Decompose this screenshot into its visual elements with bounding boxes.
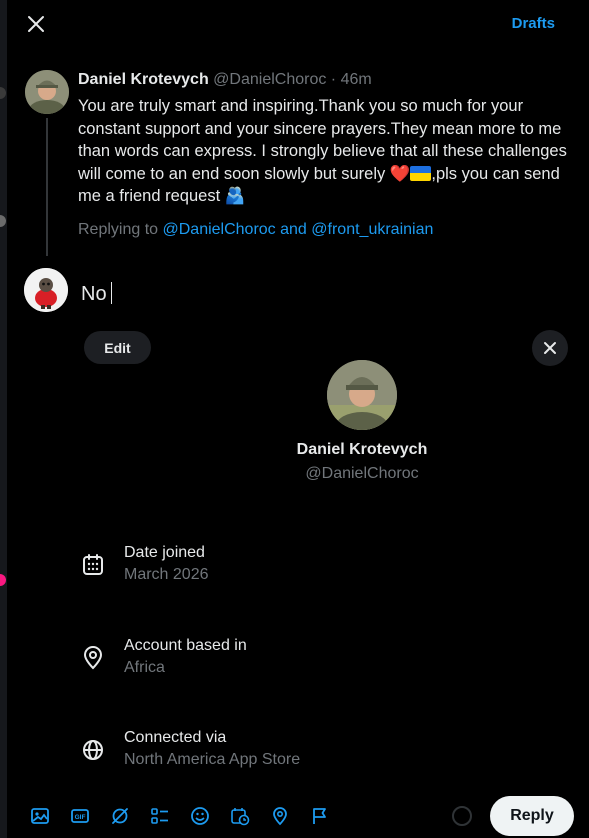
post-text: You are truly smart and inspiring.Thank … [78, 95, 568, 208]
author-name[interactable]: Daniel Krotevych [78, 71, 209, 88]
thread-line [46, 118, 48, 256]
gif-button[interactable]: GIF [68, 804, 92, 828]
post-header: Daniel Krotevych @DanielChoroc · 46m [78, 71, 372, 89]
emoji-icon [191, 807, 209, 825]
close-button[interactable] [20, 8, 52, 40]
reply-button[interactable]: Reply [490, 796, 574, 836]
grok-button[interactable] [108, 804, 132, 828]
gif-icon: GIF [71, 809, 89, 823]
info-value: North America App Store [124, 751, 301, 768]
card-close-button[interactable] [532, 330, 568, 366]
flag-button[interactable] [308, 804, 332, 828]
heart-emoji: ❤️ [389, 164, 411, 183]
post-time[interactable]: 46m [341, 71, 372, 88]
schedule-icon [231, 808, 250, 826]
background-sidebar-strip [0, 0, 7, 838]
edit-button[interactable]: Edit [84, 331, 151, 364]
location-button[interactable] [268, 804, 292, 828]
svg-text:GIF: GIF [75, 814, 86, 821]
drafts-link[interactable]: Drafts [512, 15, 555, 32]
strip-avatar [0, 87, 6, 99]
info-title: Account based in [124, 637, 247, 654]
poll-icon [151, 808, 168, 824]
author-avatar-image [25, 70, 69, 114]
info-value: March 2026 [124, 566, 209, 583]
time-separator: · [326, 71, 341, 88]
poll-button[interactable] [148, 804, 172, 828]
schedule-button[interactable] [228, 804, 252, 828]
reply-mention-1[interactable]: @DanielChoroc [163, 221, 276, 238]
strip-badge [0, 574, 6, 586]
grok-icon [112, 808, 128, 824]
compose-text: No [81, 283, 107, 305]
reply-mention-2[interactable]: @front_ukrainian [311, 221, 433, 238]
my-avatar-image [24, 268, 68, 312]
location-pin-icon [83, 646, 103, 670]
author-avatar[interactable] [25, 70, 69, 114]
emoji-button[interactable] [188, 804, 212, 828]
replying-to: Replying to @DanielChoroc and @front_ukr… [78, 221, 433, 239]
reply-mention-and[interactable]: and [276, 221, 312, 238]
hug-emoji: 🫂 [224, 187, 246, 205]
my-avatar[interactable] [24, 268, 68, 312]
image-icon [31, 808, 49, 824]
card-avatar-image [327, 360, 397, 430]
calendar-icon [83, 554, 103, 575]
text-caret [110, 282, 112, 304]
author-handle[interactable]: @DanielChoroc [213, 71, 326, 88]
close-icon [28, 16, 44, 32]
info-title: Date joined [124, 544, 205, 561]
character-progress-ring [452, 806, 472, 826]
flag-icon [313, 808, 326, 824]
globe-icon [83, 740, 103, 760]
close-icon [544, 342, 556, 354]
info-value: Africa [124, 659, 165, 676]
info-title: Connected via [124, 729, 227, 746]
card-handle: @DanielChoroc [305, 465, 419, 482]
card-avatar[interactable] [327, 360, 397, 430]
compose-input[interactable]: No [81, 282, 112, 306]
location-icon [273, 807, 287, 826]
card-name: Daniel Krotevych [296, 441, 428, 458]
replying-prefix: Replying to [78, 221, 163, 238]
ukraine-flag-icon [410, 165, 432, 181]
strip-avatar [0, 215, 6, 227]
media-button[interactable] [28, 804, 52, 828]
